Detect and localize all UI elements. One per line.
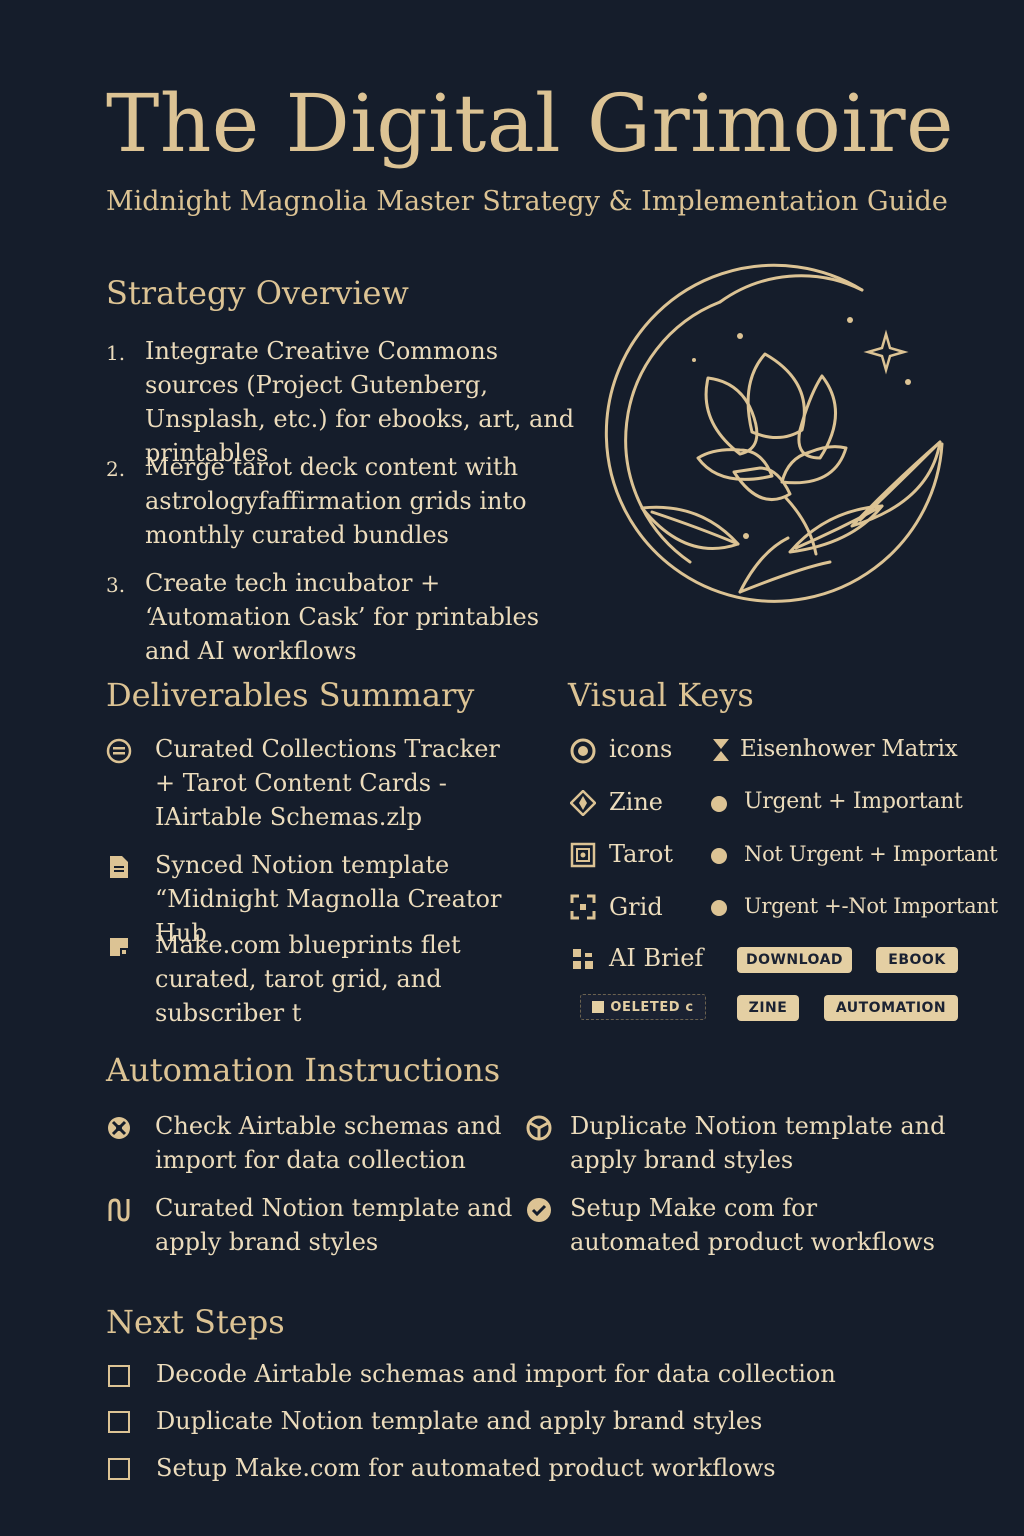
visual-key-label: AI Brief	[609, 944, 704, 972]
hourglass-icon	[713, 739, 729, 761]
matrix-item: Urgent +-Not Important	[744, 894, 998, 918]
deleted-badge-label: OELETED c	[610, 999, 694, 1015]
automation-item-text: Curated Notion template and apply brand …	[155, 1194, 513, 1256]
deliverable-item-text: Make.com blueprints flet curated, tarot …	[155, 931, 461, 1027]
moon-magnolia-illustration	[604, 263, 944, 603]
square-icon	[592, 1001, 605, 1013]
visual-key-label: Tarot	[609, 840, 674, 868]
page-subtitle: Midnight Magnolia Master Strategy & Impl…	[106, 186, 948, 217]
compass-icon	[570, 790, 596, 816]
matrix-item: Urgent + Important	[744, 789, 963, 814]
page-title: The Digital Grimoire	[106, 77, 954, 170]
matrix-item: Not Urgent + Important	[744, 842, 998, 866]
zine-badge: ZINE	[737, 995, 799, 1021]
step-checkbox[interactable]	[108, 1365, 130, 1387]
strategy-number: 2.	[106, 457, 126, 481]
visual-keys-heading: Visual Keys	[568, 676, 754, 714]
gear-cross-icon	[108, 1117, 130, 1139]
tarot-card-icon	[570, 842, 596, 868]
automation-item-text: Check Airtable schemas and import for da…	[155, 1112, 502, 1174]
strategy-item-text: Create tech incubator + ‘Automation Cask…	[145, 569, 540, 665]
visual-key-label: Grid	[609, 893, 663, 921]
curve-n-icon	[108, 1198, 130, 1222]
check-circle-icon	[527, 1198, 551, 1222]
matrix-dot	[711, 796, 727, 812]
visual-key-label: Zine	[609, 788, 664, 816]
strategy-heading: Strategy Overview	[106, 274, 409, 312]
download-badge: DOWNLOAD	[737, 947, 852, 973]
deliverable-item-text: Curated Collections Tracker + Tarot Cont…	[155, 735, 500, 831]
step-checkbox[interactable]	[108, 1458, 130, 1480]
strategy-item-text: Merge tarot deck content with astrologyf…	[145, 453, 527, 549]
deleted-badge: OELETED c	[580, 994, 706, 1020]
next-steps-heading: Next Steps	[106, 1303, 285, 1341]
automation-badge: AUTOMATION	[824, 995, 958, 1021]
step-label: Setup Make.com for automated product wor…	[156, 1454, 776, 1482]
automation-item-text: Setup Make com for automated product wor…	[570, 1194, 935, 1256]
visual-key-label: icons	[609, 735, 673, 763]
eisenhower-matrix-title: Eisenhower Matrix	[740, 736, 958, 762]
grid-frame-icon	[570, 894, 596, 920]
step-checkbox[interactable]	[108, 1411, 130, 1433]
list-badge-icon	[106, 738, 132, 764]
ebook-badge: EBOOK	[876, 947, 958, 973]
deliverables-heading: Deliverables Summary	[106, 676, 475, 714]
ai-blocks-icon	[573, 949, 593, 969]
target-icon	[570, 738, 596, 764]
step-label: Decode Airtable schemas and import for d…	[156, 1360, 836, 1388]
matrix-dot	[711, 900, 727, 916]
document-icon	[110, 856, 128, 878]
automation-heading: Automation Instructions	[106, 1051, 501, 1089]
blueprint-icon	[110, 938, 128, 956]
segmented-circle-icon	[526, 1115, 552, 1141]
strategy-number: 1.	[106, 341, 126, 365]
step-label: Duplicate Notion template and apply bran…	[156, 1407, 763, 1435]
strategy-number: 3.	[106, 573, 126, 597]
automation-item-text: Duplicate Notion template and apply bran…	[570, 1112, 946, 1174]
matrix-dot	[711, 848, 727, 864]
